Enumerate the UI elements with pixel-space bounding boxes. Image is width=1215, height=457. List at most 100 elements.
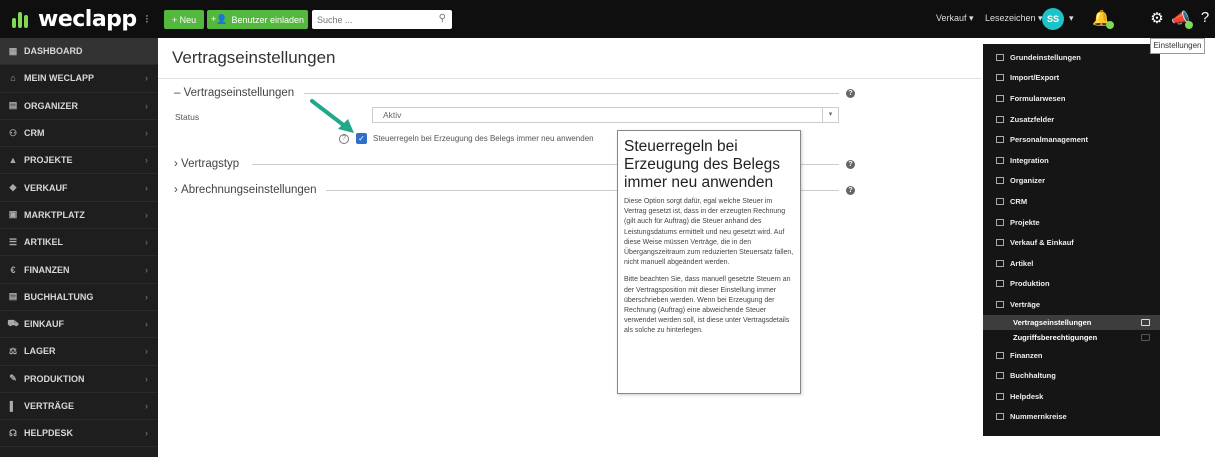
settings-tooltip: Einstellungen xyxy=(1150,38,1205,54)
settings-menu-item[interactable]: Helpdesk xyxy=(983,386,1160,407)
settings-menu-item[interactable]: Grundeinstellungen xyxy=(983,47,1160,68)
settings-menu-item[interactable]: Organizer xyxy=(983,171,1160,192)
settings-menu-item[interactable]: Produktion xyxy=(983,274,1160,295)
menu-square-icon xyxy=(996,136,1004,144)
settings-menu-label: Produktion xyxy=(1010,279,1050,289)
sidebar-item-verkauf[interactable]: ◆ VERKAUF › xyxy=(0,174,158,202)
chevron-right-icon: › xyxy=(145,128,148,139)
settings-submenu-item[interactable]: Vertragseinstellungen xyxy=(983,314,1160,330)
menu-square-icon xyxy=(996,197,1004,205)
settings-menu-item[interactable]: Import/Export xyxy=(983,68,1160,89)
settings-menu-label: Verkauf & Einkauf xyxy=(1010,238,1074,248)
sidebar-item-helpdesk[interactable]: ☊ HELPDESK › xyxy=(0,420,158,448)
help-icon[interactable]: ? xyxy=(846,160,855,169)
sidebar-item-finanzen[interactable]: € FINANZEN › xyxy=(0,256,158,284)
invite-user-button[interactable]: +👤 Benutzer einladen xyxy=(207,10,308,29)
sidebar-item-dashboard[interactable]: ▦ DASHBOARD xyxy=(0,38,158,66)
search-icon[interactable]: ⚲ xyxy=(439,13,446,24)
settings-menu-item[interactable]: Artikel xyxy=(983,253,1160,274)
sidebar-item-marktplatz[interactable]: ▣ MARKTPLATZ › xyxy=(0,202,158,230)
sidebar-item-berichtswesen[interactable]: ▥BERICHTSWESEN› xyxy=(0,447,158,457)
sidebar-item-label: EINKAUF xyxy=(24,319,64,330)
settings-menu-label: Finanzen xyxy=(1010,350,1043,360)
section-title: Vertragseinstellungen xyxy=(183,87,295,99)
open-new-tab-icon[interactable] xyxy=(1141,318,1150,326)
settings-menu-item[interactable]: Zusatzfelder xyxy=(983,109,1160,130)
settings-menu-label: Projekte xyxy=(1010,217,1040,227)
sidebar-item-mein-weclapp[interactable]: ⌂ MEIN WECLAPP › xyxy=(0,65,158,93)
sidebar-item-buchhaltung[interactable]: ▤ BUCHHALTUNG › xyxy=(0,284,158,311)
help-tooltip: Steuerregeln bei Erzeugung des Belegs im… xyxy=(617,130,801,394)
settings-menu-item[interactable]: Buchhaltung xyxy=(983,365,1160,386)
tooltip-title: Steuerregeln bei Erzeugung des Belegs im… xyxy=(624,138,780,191)
settings-menu-item[interactable]: Integration xyxy=(983,150,1160,171)
warehouse-icon: ⚖ xyxy=(8,345,18,356)
settings-menu-item[interactable]: Verkauf & Einkauf xyxy=(983,232,1160,253)
sidebar-item-artikel[interactable]: ☰ ARTIKEL › xyxy=(0,229,158,257)
settings-menu-label: Grundeinstellungen xyxy=(1010,52,1081,62)
section-toggle-abrechnung[interactable]: › Abrechnungseinstellungen xyxy=(174,183,317,197)
avatar[interactable]: SS xyxy=(1042,8,1064,30)
help-icon[interactable]: ? xyxy=(846,186,855,195)
announcement-icon[interactable]: 📣 xyxy=(1171,9,1193,29)
weclapp-logo[interactable]: weclapp xyxy=(12,6,137,32)
accounting-icon: ▤ xyxy=(8,291,18,302)
expand-icon: › xyxy=(174,184,182,196)
status-label: Status xyxy=(175,112,200,122)
search-input[interactable] xyxy=(312,10,427,30)
settings-menu-item[interactable]: Verträge xyxy=(983,294,1160,315)
sidebar-item-crm[interactable]: ⚇ CRM › xyxy=(0,120,158,148)
sidebar-item-verträge[interactable]: ▌ VERTRÄGE › xyxy=(0,393,158,421)
sidebar-item-produktion[interactable]: ✎ PRODUKTION › xyxy=(0,366,158,393)
help-icon[interactable]: ? xyxy=(846,89,855,98)
new-button[interactable]: + Neu xyxy=(164,10,204,29)
settings-dropdown-menu: Grundeinstellungen Import/Export Formularw… xyxy=(983,44,1160,436)
sidebar-item-label: DASHBOARD xyxy=(24,46,83,57)
menu-square-icon xyxy=(996,280,1004,288)
sidebar-item-lager[interactable]: ⚖ LAGER › xyxy=(0,338,158,366)
settings-menu-item[interactable]: Finanzen xyxy=(983,345,1160,366)
section-toggle-vertragstyp[interactable]: › Vertragstyp xyxy=(174,157,239,171)
menu-square-icon xyxy=(996,115,1004,123)
menu-square-icon xyxy=(996,218,1004,226)
avatar-chevron-down-icon[interactable]: ▾ xyxy=(1069,13,1074,24)
settings-menu-item[interactable]: Projekte xyxy=(983,212,1160,233)
sidebar-item-label: LAGER xyxy=(24,346,56,357)
settings-menu-label: Formularwesen xyxy=(1010,93,1066,103)
divider xyxy=(158,78,982,79)
section-toggle-vertragseinstellungen[interactable]: – Vertragseinstellungen xyxy=(174,86,294,100)
bookmarks-menu[interactable]: Lesezeichen ▾ xyxy=(985,13,1043,24)
top-bar: weclapp ⁝ + Neu +👤 Benutzer einladen ⚲ V… xyxy=(0,0,1215,38)
verkauf-menu[interactable]: Verkauf ▾ xyxy=(936,13,974,24)
settings-submenu-item[interactable]: Zugriffsberechtigungen xyxy=(983,330,1160,345)
sidebar-collapse-icon[interactable]: ⁝ xyxy=(145,12,149,26)
crm-icon: ⚇ xyxy=(8,127,18,138)
production-icon: ✎ xyxy=(9,373,17,384)
settings-menu-label: Organizer xyxy=(1010,176,1046,186)
settings-menu-label: Nummernkreise xyxy=(1010,412,1067,422)
sidebar-item-organizer[interactable]: ▤ ORGANIZER › xyxy=(0,93,158,120)
notifications-icon[interactable]: 🔔 xyxy=(1092,9,1114,29)
sidebar-item-projekte[interactable]: ▲ PROJEKTE › xyxy=(0,147,158,175)
gear-icon[interactable]: ⚙ xyxy=(1148,9,1166,27)
status-select[interactable]: Aktiv ▾ xyxy=(372,107,839,123)
help-icon[interactable]: ? xyxy=(1196,9,1214,26)
divider xyxy=(304,93,839,94)
sidebar-item-label: BUCHHALTUNG xyxy=(24,291,94,302)
settings-menu-label: Helpdesk xyxy=(1010,391,1044,401)
tooltip-paragraph: Bitte beachten Sie, dass manuell gesetzt… xyxy=(624,276,791,335)
sidebar-item-einkauf[interactable]: ⛟ EINKAUF › xyxy=(0,311,158,339)
finance-icon: € xyxy=(10,264,16,275)
open-new-tab-icon[interactable] xyxy=(1141,333,1150,341)
marketplace-icon: ▣ xyxy=(8,209,18,220)
settings-menu-item[interactable]: Personalmanagement xyxy=(983,129,1160,150)
settings-menu-item[interactable]: CRM xyxy=(983,191,1160,212)
settings-menu-item[interactable]: Nummernkreise xyxy=(983,407,1160,428)
menu-square-icon xyxy=(996,351,1004,359)
section-title: Abrechnungseinstellungen xyxy=(181,184,317,196)
sales-icon: ◆ xyxy=(9,182,17,193)
chevron-right-icon: › xyxy=(145,319,148,330)
settings-menu-item[interactable]: Formularwesen xyxy=(983,88,1160,109)
tooltip-paragraph: Diese Option sorgt dafür, egal welche St… xyxy=(624,198,794,267)
articles-icon: ☰ xyxy=(8,236,18,247)
